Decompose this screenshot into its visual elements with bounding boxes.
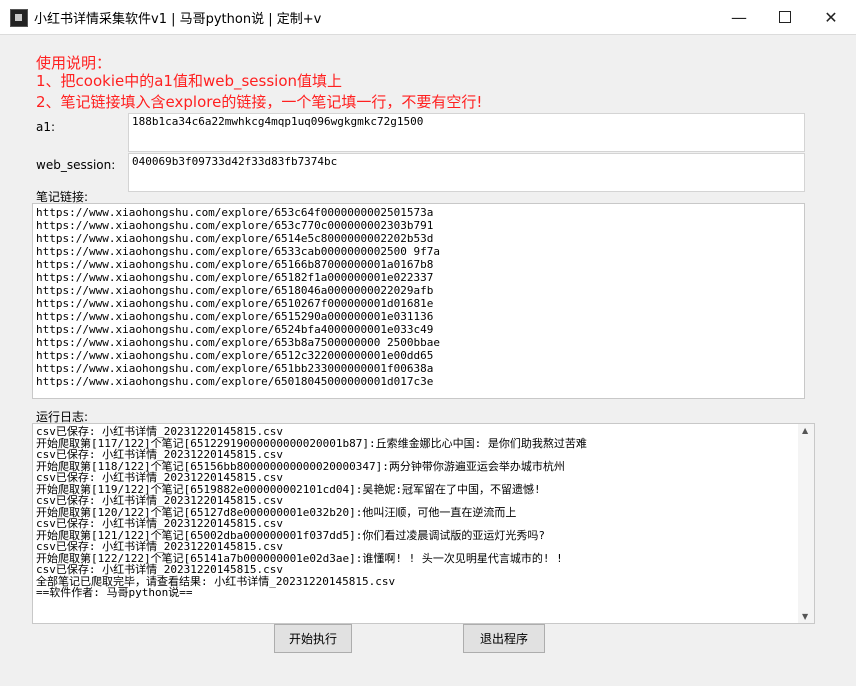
log-line: csv已保存: 小红书详情_20231220145815.csv <box>36 563 283 576</box>
app-icon <box>10 9 28 27</box>
log-line: ==软件作者: 马哥python说== <box>36 586 193 599</box>
link-line: https://www.xiaohongshu.com/explore/653c… <box>36 219 434 232</box>
a1-value: 188b1ca34c6a22mwhkcg4mqp1uq096wgkgmkc72g… <box>132 115 424 128</box>
log-line: csv已保存: 小红书详情_20231220145815.csv <box>36 448 283 461</box>
link-line: https://www.xiaohongshu.com/explore/653c… <box>36 206 434 219</box>
minimize-button[interactable]: — <box>716 0 762 34</box>
log-content: csv已保存: 小红书详情_20231220145815.csv 开始爬取第[1… <box>36 426 796 599</box>
web-session-input[interactable]: 040069b3f09733d42f33d83fb7374bc <box>128 153 805 192</box>
minimize-icon: — <box>731 7 747 27</box>
instructions-step2: 2、笔记链接填入含explore的链接，一个笔记填一行，不要有空行! <box>36 93 483 111</box>
link-line: https://www.xiaohongshu.com/explore/6515… <box>36 310 434 323</box>
exit-button[interactable]: 退出程序 <box>463 624 545 653</box>
log-line: csv已保存: 小红书详情_20231220145815.csv <box>36 540 283 553</box>
close-button[interactable]: ✕ <box>808 0 854 34</box>
link-line: https://www.xiaohongshu.com/explore/6516… <box>36 258 434 271</box>
log-scrollbar[interactable]: ▲ ▼ <box>798 424 814 623</box>
link-line: https://www.xiaohongshu.com/explore/6524… <box>36 323 434 336</box>
scroll-down-icon[interactable]: ▼ <box>802 612 808 621</box>
maximize-button[interactable] <box>762 0 808 34</box>
log-line: csv已保存: 小红书详情_20231220145815.csv <box>36 517 283 530</box>
close-icon: ✕ <box>824 7 838 27</box>
maximize-icon <box>779 11 791 23</box>
start-button[interactable]: 开始执行 <box>274 624 352 653</box>
window-title: 小红书详情采集软件v1 | 马哥python说 | 定制+v <box>34 12 322 27</box>
web-session-value: 040069b3f09733d42f33d83fb7374bc <box>132 155 338 168</box>
log-line: csv已保存: 小红书详情_20231220145815.csv <box>36 425 283 438</box>
log-textarea[interactable]: csv已保存: 小红书详情_20231220145815.csv 开始爬取第[1… <box>32 423 815 624</box>
link-line: https://www.xiaohongshu.com/explore/6533… <box>36 245 440 258</box>
web-session-label: web_session: <box>36 158 116 172</box>
link-line: https://www.xiaohongshu.com/explore/6512… <box>36 349 434 362</box>
links-textarea[interactable]: https://www.xiaohongshu.com/explore/653c… <box>32 203 805 399</box>
scroll-up-icon[interactable]: ▲ <box>802 426 808 435</box>
link-line: https://www.xiaohongshu.com/explore/6518… <box>36 271 434 284</box>
title-bar: 小红书详情采集软件v1 | 马哥python说 | 定制+v — ✕ <box>0 0 856 35</box>
instructions-step1: 1、把cookie中的a1值和web_session值填上 <box>36 72 343 90</box>
link-line: https://www.xiaohongshu.com/explore/651b… <box>36 362 434 375</box>
a1-input[interactable]: 188b1ca34c6a22mwhkcg4mqp1uq096wgkgmkc72g… <box>128 113 805 152</box>
link-line: https://www.xiaohongshu.com/explore/6514… <box>36 232 434 245</box>
a1-label: a1: <box>36 120 56 134</box>
link-line: https://www.xiaohongshu.com/explore/6518… <box>36 284 434 297</box>
log-line: csv已保存: 小红书详情_20231220145815.csv <box>36 494 283 507</box>
link-line: https://www.xiaohongshu.com/explore/6510… <box>36 297 434 310</box>
link-line: https://www.xiaohongshu.com/explore/6501… <box>36 375 434 388</box>
link-line: https://www.xiaohongshu.com/explore/653b… <box>36 336 440 349</box>
log-line: csv已保存: 小红书详情_20231220145815.csv <box>36 471 283 484</box>
